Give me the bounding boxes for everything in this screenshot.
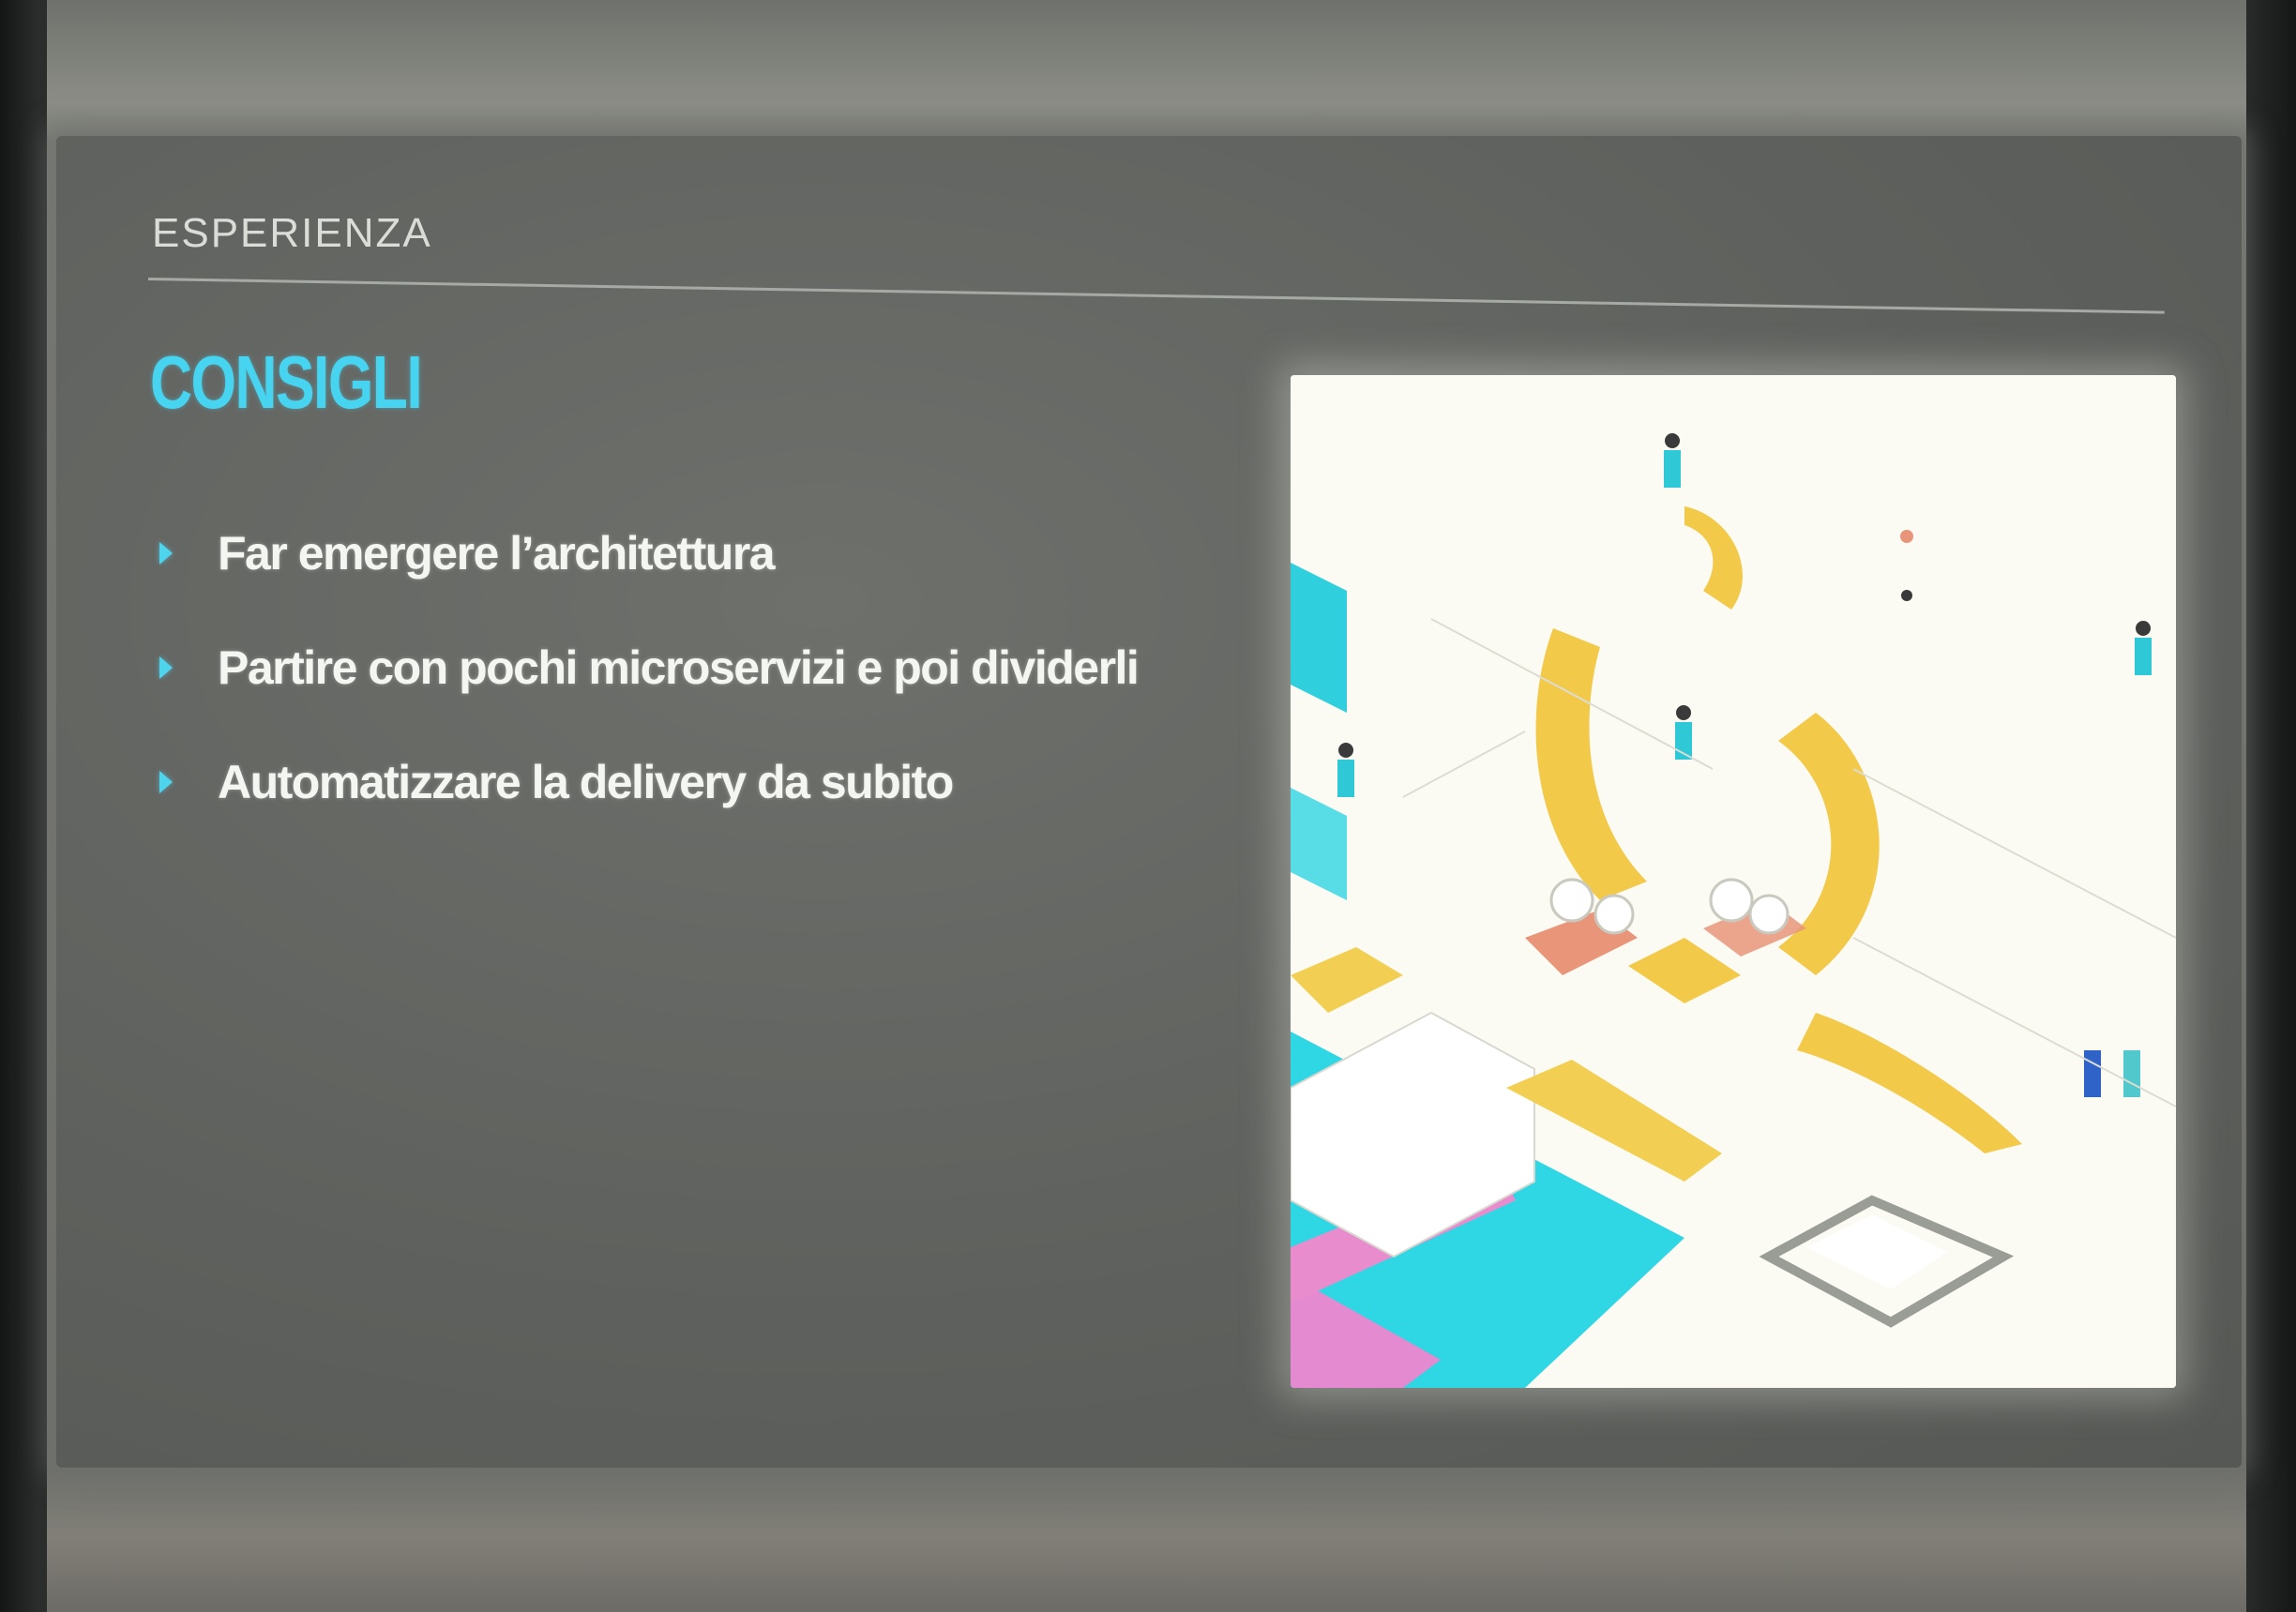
list-item: Far emergere l’architettura	[159, 525, 1138, 581]
bullet-text: Partire con pochi microservizi e poi div…	[218, 641, 1140, 694]
list-item: Partire con pochi microservizi e poi div…	[159, 640, 1140, 696]
triangle-bullet-icon	[159, 542, 173, 565]
section-label: ESPERIENZA	[152, 210, 432, 256]
bullet-text: Automatizzare la delivery da subito	[218, 756, 954, 808]
triangle-bullet-icon	[159, 771, 173, 793]
triangle-bullet-icon	[159, 656, 173, 679]
list-item: Automatizzare la delivery da subito	[159, 754, 1138, 810]
bullet-text: Far emergere l’architettura	[218, 527, 776, 580]
bullet-list: Far emergere l’architettura Partire con …	[159, 525, 1140, 868]
isometric-office-illustration-icon	[1291, 375, 2176, 1388]
slide-title: CONSIGLI	[150, 340, 423, 424]
projected-slide-photo: ESPERIENZA CONSIGLI Far emergere l’archi…	[0, 0, 2296, 1612]
